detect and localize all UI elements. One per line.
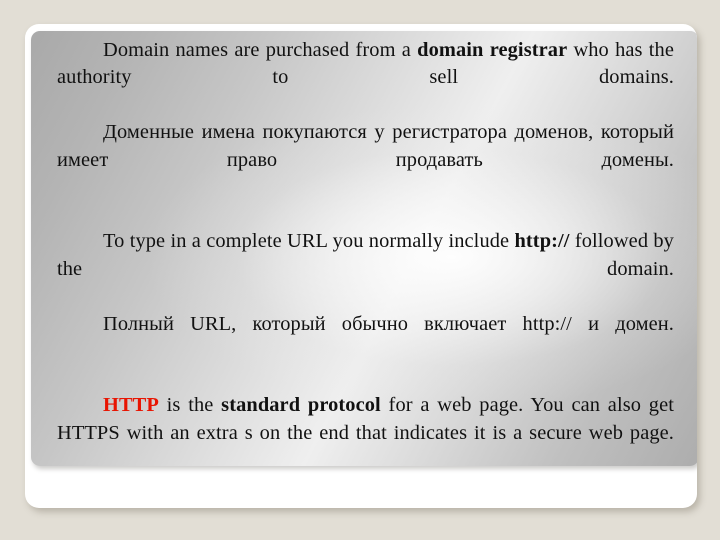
text-run: is the	[158, 394, 222, 417]
paragraph-complete-url-ru: Полный URL, который обычно включает http…	[57, 311, 674, 366]
text-run: Полный URL, который обычно включает http…	[103, 312, 674, 335]
text-run: To type in a complete URL you normally i…	[103, 230, 515, 253]
paragraph-complete-url-en: To type in a complete URL you normally i…	[57, 228, 674, 310]
text-run-accent: HTTP	[103, 394, 159, 417]
text-body: Domain names are purchased from a domain…	[57, 37, 674, 466]
text-run-bold: standard protocol	[221, 394, 381, 417]
slide-card: Domain names are purchased from a domain…	[25, 24, 697, 508]
slide-root: Domain names are purchased from a domain…	[0, 0, 720, 540]
slide-content-panel: Domain names are purchased from a domain…	[31, 31, 697, 466]
paragraph-domain-registrar-en: Domain names are purchased from a domain…	[57, 37, 674, 119]
text-run-bold: http://	[514, 230, 570, 253]
paragraph-domain-registrar-ru: Доменные имена покупаются у регистратора…	[57, 119, 674, 201]
text-run: Domain names are purchased from a	[103, 39, 418, 61]
text-run-bold: domain registrar	[417, 39, 568, 61]
paragraph-http-protocol-en: HTTP is the standard protocol for a web …	[57, 392, 674, 466]
text-run: Доменные имена покупаются у регистратора…	[57, 121, 674, 171]
